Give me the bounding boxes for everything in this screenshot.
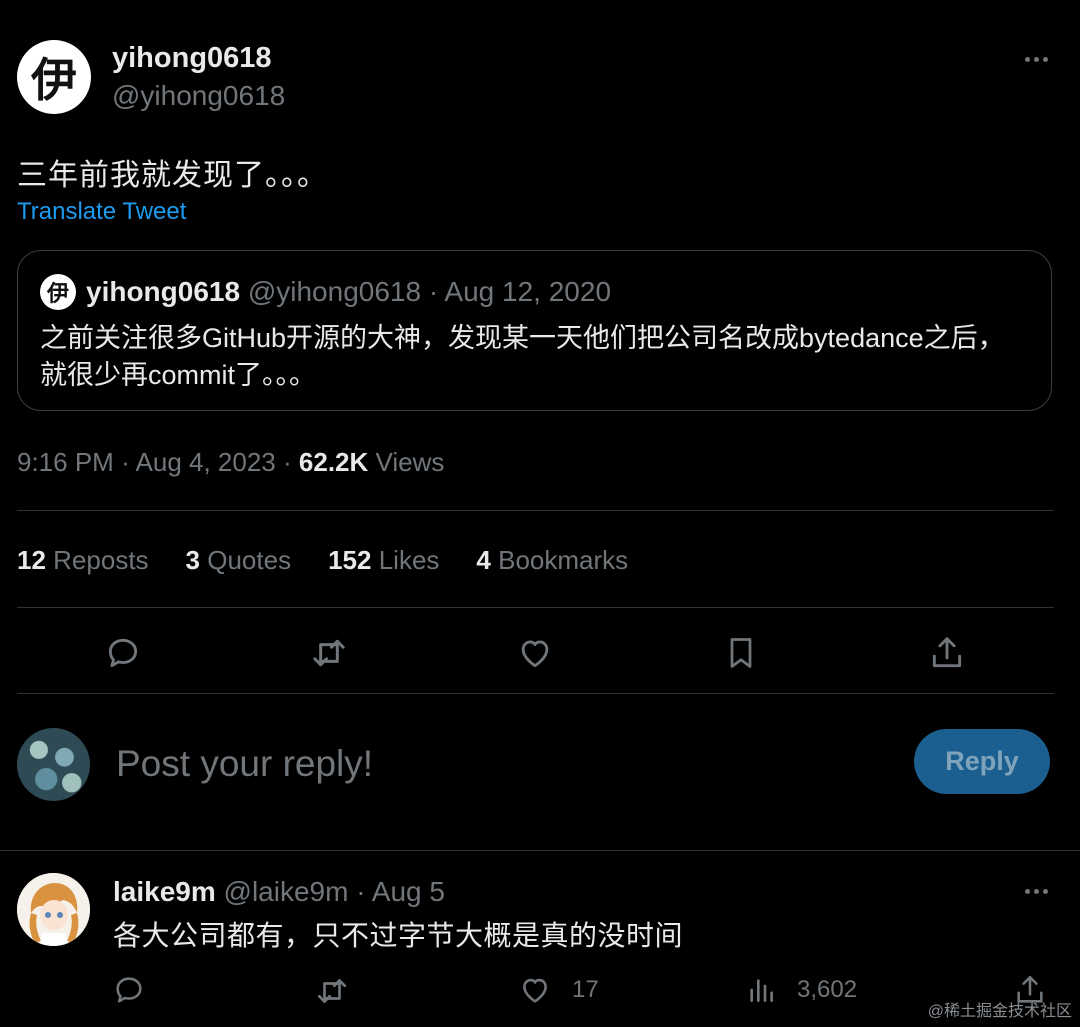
- comment-repost-icon[interactable]: [314, 973, 350, 1009]
- repost-icon[interactable]: [306, 630, 352, 676]
- comment-reply-icon[interactable]: [112, 973, 146, 1007]
- share-icon[interactable]: [924, 630, 970, 676]
- watermark: @稀土掘金技术社区: [927, 1003, 1072, 1020]
- engagement-stats: 12 Reposts 3 Quotes 152 Likes 4 Bookmark…: [17, 545, 628, 576]
- comment-like-count: 17: [572, 976, 599, 1003]
- quote-author-handle: @yihong0618: [247, 276, 422, 307]
- bookmark-icon[interactable]: [718, 630, 764, 676]
- quote-separator: ·: [428, 276, 439, 307]
- quote-author-name: yihong0618: [86, 276, 241, 307]
- comment-separator: ·: [356, 876, 366, 907]
- views-label: Views: [375, 447, 445, 477]
- tweet-text: 三年前我就发现了。。。: [17, 159, 328, 192]
- stat-likes[interactable]: 152 Likes: [328, 545, 439, 576]
- more-options-icon[interactable]: [1025, 57, 1048, 62]
- quote-text: 之前关注很多GitHub开源的大神，发现某一天他们把公司名改成bytedance…: [40, 323, 1005, 390]
- comment-more-options-icon[interactable]: [1025, 889, 1048, 894]
- author-avatar[interactable]: 伊: [17, 40, 91, 114]
- divider: [17, 693, 1054, 694]
- meta-separator: ·: [283, 447, 292, 477]
- reply-icon[interactable]: [100, 630, 146, 676]
- views-count: 62.2K: [298, 447, 369, 477]
- comment-views-button[interactable]: 3,602: [745, 973, 857, 1007]
- views-icon: [750, 979, 773, 1002]
- comment-author-avatar[interactable]: [17, 873, 90, 946]
- stat-quotes[interactable]: 3 Quotes: [186, 545, 292, 576]
- author-avatar-glyph: 伊: [31, 53, 77, 107]
- meta-separator: ·: [121, 447, 130, 477]
- translate-tweet-link[interactable]: Translate Tweet: [17, 198, 186, 226]
- tweet-time[interactable]: 9:16 PM: [17, 447, 114, 477]
- reply-button[interactable]: Reply: [914, 729, 1050, 794]
- comment-header: laike9m @laike9m · Aug 5: [113, 876, 445, 908]
- quote-avatar-glyph: 伊: [46, 281, 69, 307]
- divider: [17, 607, 1054, 608]
- quote-author-avatar: 伊: [40, 274, 76, 310]
- tweet-date[interactable]: Aug 4, 2023: [136, 447, 276, 477]
- comment-like-button[interactable]: 17: [518, 973, 599, 1007]
- stat-bookmarks[interactable]: 4 Bookmarks: [476, 545, 628, 576]
- divider: [17, 510, 1054, 511]
- comment-views-count: 3,602: [797, 976, 858, 1003]
- quote-date: Aug 12, 2020: [444, 276, 612, 307]
- comment-text: 各大公司都有，只不过字节大概是真的没时间: [113, 920, 684, 951]
- comment-author-handle[interactable]: @laike9m: [224, 876, 349, 907]
- like-icon[interactable]: [512, 630, 558, 676]
- comment-date[interactable]: Aug 5: [372, 876, 445, 907]
- quote-header: yihong0618 @yihong0618 · Aug 12, 2020: [86, 276, 611, 308]
- reply-input[interactable]: [116, 740, 876, 788]
- comment-like-icon: [523, 978, 547, 1003]
- stat-reposts[interactable]: 12 Reposts: [17, 545, 149, 576]
- tweet-meta: 9:16 PM · Aug 4, 2023 · 62.2K Views: [17, 447, 444, 478]
- current-user-avatar[interactable]: [17, 728, 90, 801]
- section-divider: [0, 850, 1080, 851]
- author-name[interactable]: yihong0618: [112, 42, 272, 75]
- author-handle[interactable]: @yihong0618: [112, 80, 285, 112]
- comment-author-name[interactable]: laike9m: [113, 876, 216, 907]
